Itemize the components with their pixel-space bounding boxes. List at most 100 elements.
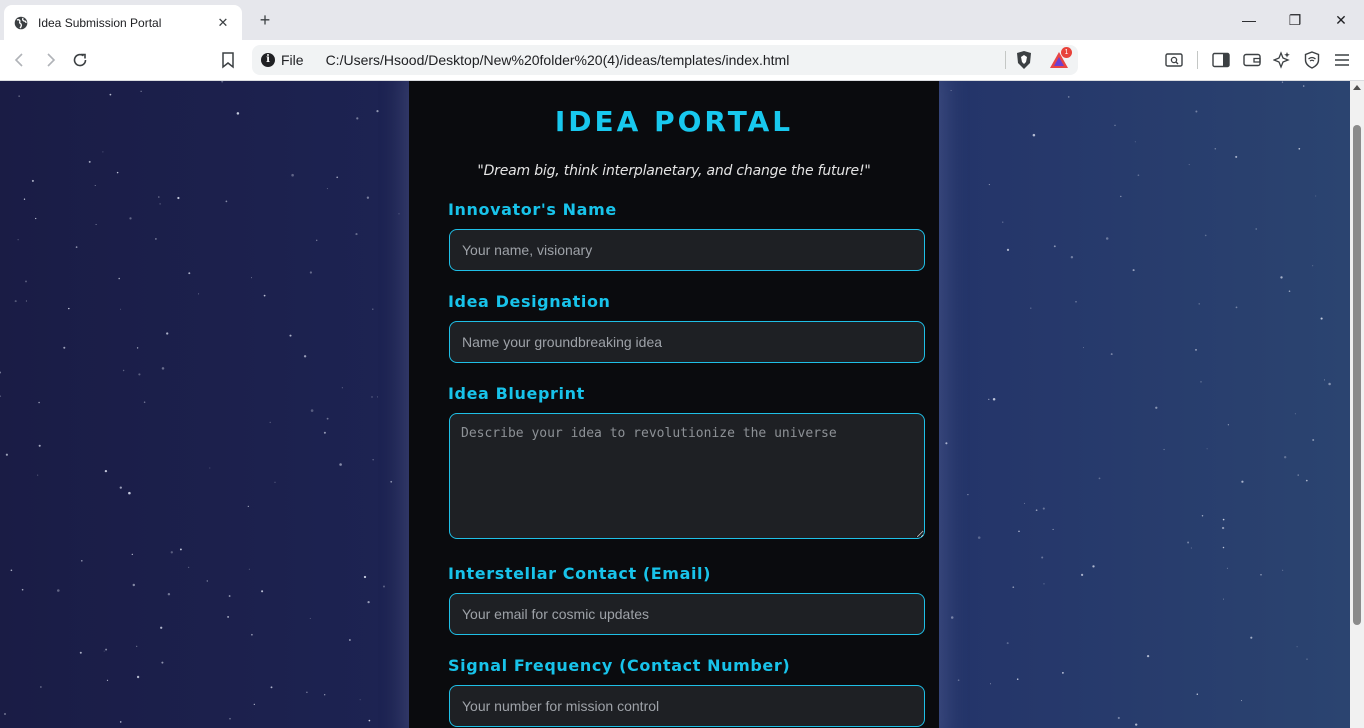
star	[359, 699, 361, 701]
email-input[interactable]	[449, 593, 925, 635]
star	[1200, 381, 1202, 383]
form-panel: IDEA PORTAL "Dream big, think interplane…	[409, 81, 939, 728]
star	[1227, 424, 1230, 426]
brave-rewards-icon[interactable]: 1	[1049, 47, 1072, 70]
tab-idea-submission-portal[interactable]: Idea Submission Portal ✕	[4, 5, 242, 40]
star	[57, 589, 60, 592]
reload-icon[interactable]	[68, 48, 92, 72]
star	[1282, 569, 1284, 571]
name-input[interactable]	[449, 229, 925, 271]
email-label: Interstellar Contact (Email)	[448, 564, 712, 583]
wallet-icon[interactable]	[1240, 48, 1264, 72]
star	[119, 721, 122, 723]
new-tab-button[interactable]: +	[254, 9, 276, 31]
star	[1235, 306, 1238, 309]
tab-title: Idea Submission Portal	[38, 15, 162, 30]
sidebar-icon[interactable]	[1209, 48, 1233, 72]
star	[366, 196, 370, 199]
page-viewport: IDEA PORTAL "Dream big, think interplane…	[0, 81, 1350, 728]
star	[349, 639, 351, 641]
star	[1328, 382, 1331, 386]
tab-close-icon[interactable]: ✕	[214, 15, 232, 31]
star	[161, 661, 164, 664]
star	[1052, 528, 1054, 530]
star	[140, 90, 142, 92]
star	[1298, 147, 1301, 150]
phone-input[interactable]	[449, 685, 925, 727]
star	[372, 308, 374, 310]
star	[269, 421, 271, 424]
star	[336, 176, 339, 179]
star	[128, 491, 131, 495]
page-scrollbar[interactable]	[1350, 81, 1364, 728]
tab-strip: Idea Submission Portal ✕ + — ❐ ✕	[0, 0, 1364, 40]
scroll-thumb[interactable]	[1353, 125, 1361, 625]
star	[1098, 477, 1101, 480]
star	[988, 398, 990, 401]
star	[109, 93, 112, 96]
close-window-button[interactable]: ✕	[1326, 8, 1356, 32]
designation-label: Idea Designation	[448, 292, 611, 311]
star	[106, 679, 109, 681]
vpn-icon[interactable]	[1300, 48, 1324, 72]
scroll-up-arrow-icon[interactable]	[1353, 85, 1361, 90]
star	[5, 453, 8, 456]
star	[75, 246, 78, 248]
star	[291, 173, 294, 177]
address-bar[interactable]: i File C:/Users/Hsood/Desktop/New%20fold…	[252, 45, 1078, 75]
star	[977, 536, 981, 539]
star	[1235, 155, 1238, 158]
star	[310, 409, 314, 412]
star	[10, 569, 13, 572]
star	[1306, 658, 1308, 660]
star	[136, 675, 140, 679]
page-title: IDEA PORTAL	[554, 105, 794, 138]
star	[988, 184, 990, 186]
tagline: "Dream big, think interplanetary, and ch…	[477, 163, 871, 179]
star	[315, 239, 318, 242]
star	[251, 277, 253, 279]
star	[1120, 195, 1122, 198]
brave-shield-icon[interactable]	[1014, 50, 1034, 70]
designation-input[interactable]	[449, 321, 925, 363]
star	[289, 334, 292, 337]
search-in-page-icon[interactable]	[1162, 48, 1186, 72]
blueprint-textarea[interactable]	[449, 413, 925, 539]
star	[1105, 237, 1109, 240]
minimize-button[interactable]: —	[1234, 8, 1264, 32]
leo-ai-icon[interactable]	[1270, 48, 1294, 72]
star	[376, 396, 378, 398]
star	[1196, 693, 1199, 696]
star	[1250, 636, 1253, 639]
star	[79, 651, 82, 654]
star	[263, 294, 266, 297]
info-icon[interactable]: i	[261, 53, 275, 67]
restore-button[interactable]: ❐	[1280, 8, 1310, 32]
forward-icon[interactable]	[38, 48, 62, 72]
back-icon[interactable]	[8, 48, 32, 72]
star	[1053, 245, 1056, 248]
star	[326, 188, 328, 190]
star	[17, 239, 19, 241]
rewards-badge: 1	[1061, 47, 1072, 58]
url-text[interactable]: C:/Users/Hsood/Desktop/New%20folder%20(4…	[326, 52, 790, 68]
star	[967, 493, 969, 496]
star	[103, 650, 105, 652]
star	[309, 271, 313, 274]
star	[166, 332, 169, 335]
star	[247, 505, 249, 508]
star	[261, 590, 264, 593]
star	[131, 553, 133, 556]
star	[40, 686, 42, 688]
star	[179, 548, 182, 551]
star	[368, 719, 371, 722]
menu-icon[interactable]	[1330, 48, 1354, 72]
bookmark-icon[interactable]	[216, 48, 240, 72]
star	[25, 300, 27, 302]
star	[167, 592, 171, 596]
star	[1222, 546, 1225, 549]
star	[1092, 565, 1095, 568]
browser-toolbar: i File C:/Users/Hsood/Desktop/New%20fold…	[0, 40, 1364, 81]
star	[221, 81, 224, 83]
star	[253, 703, 255, 706]
